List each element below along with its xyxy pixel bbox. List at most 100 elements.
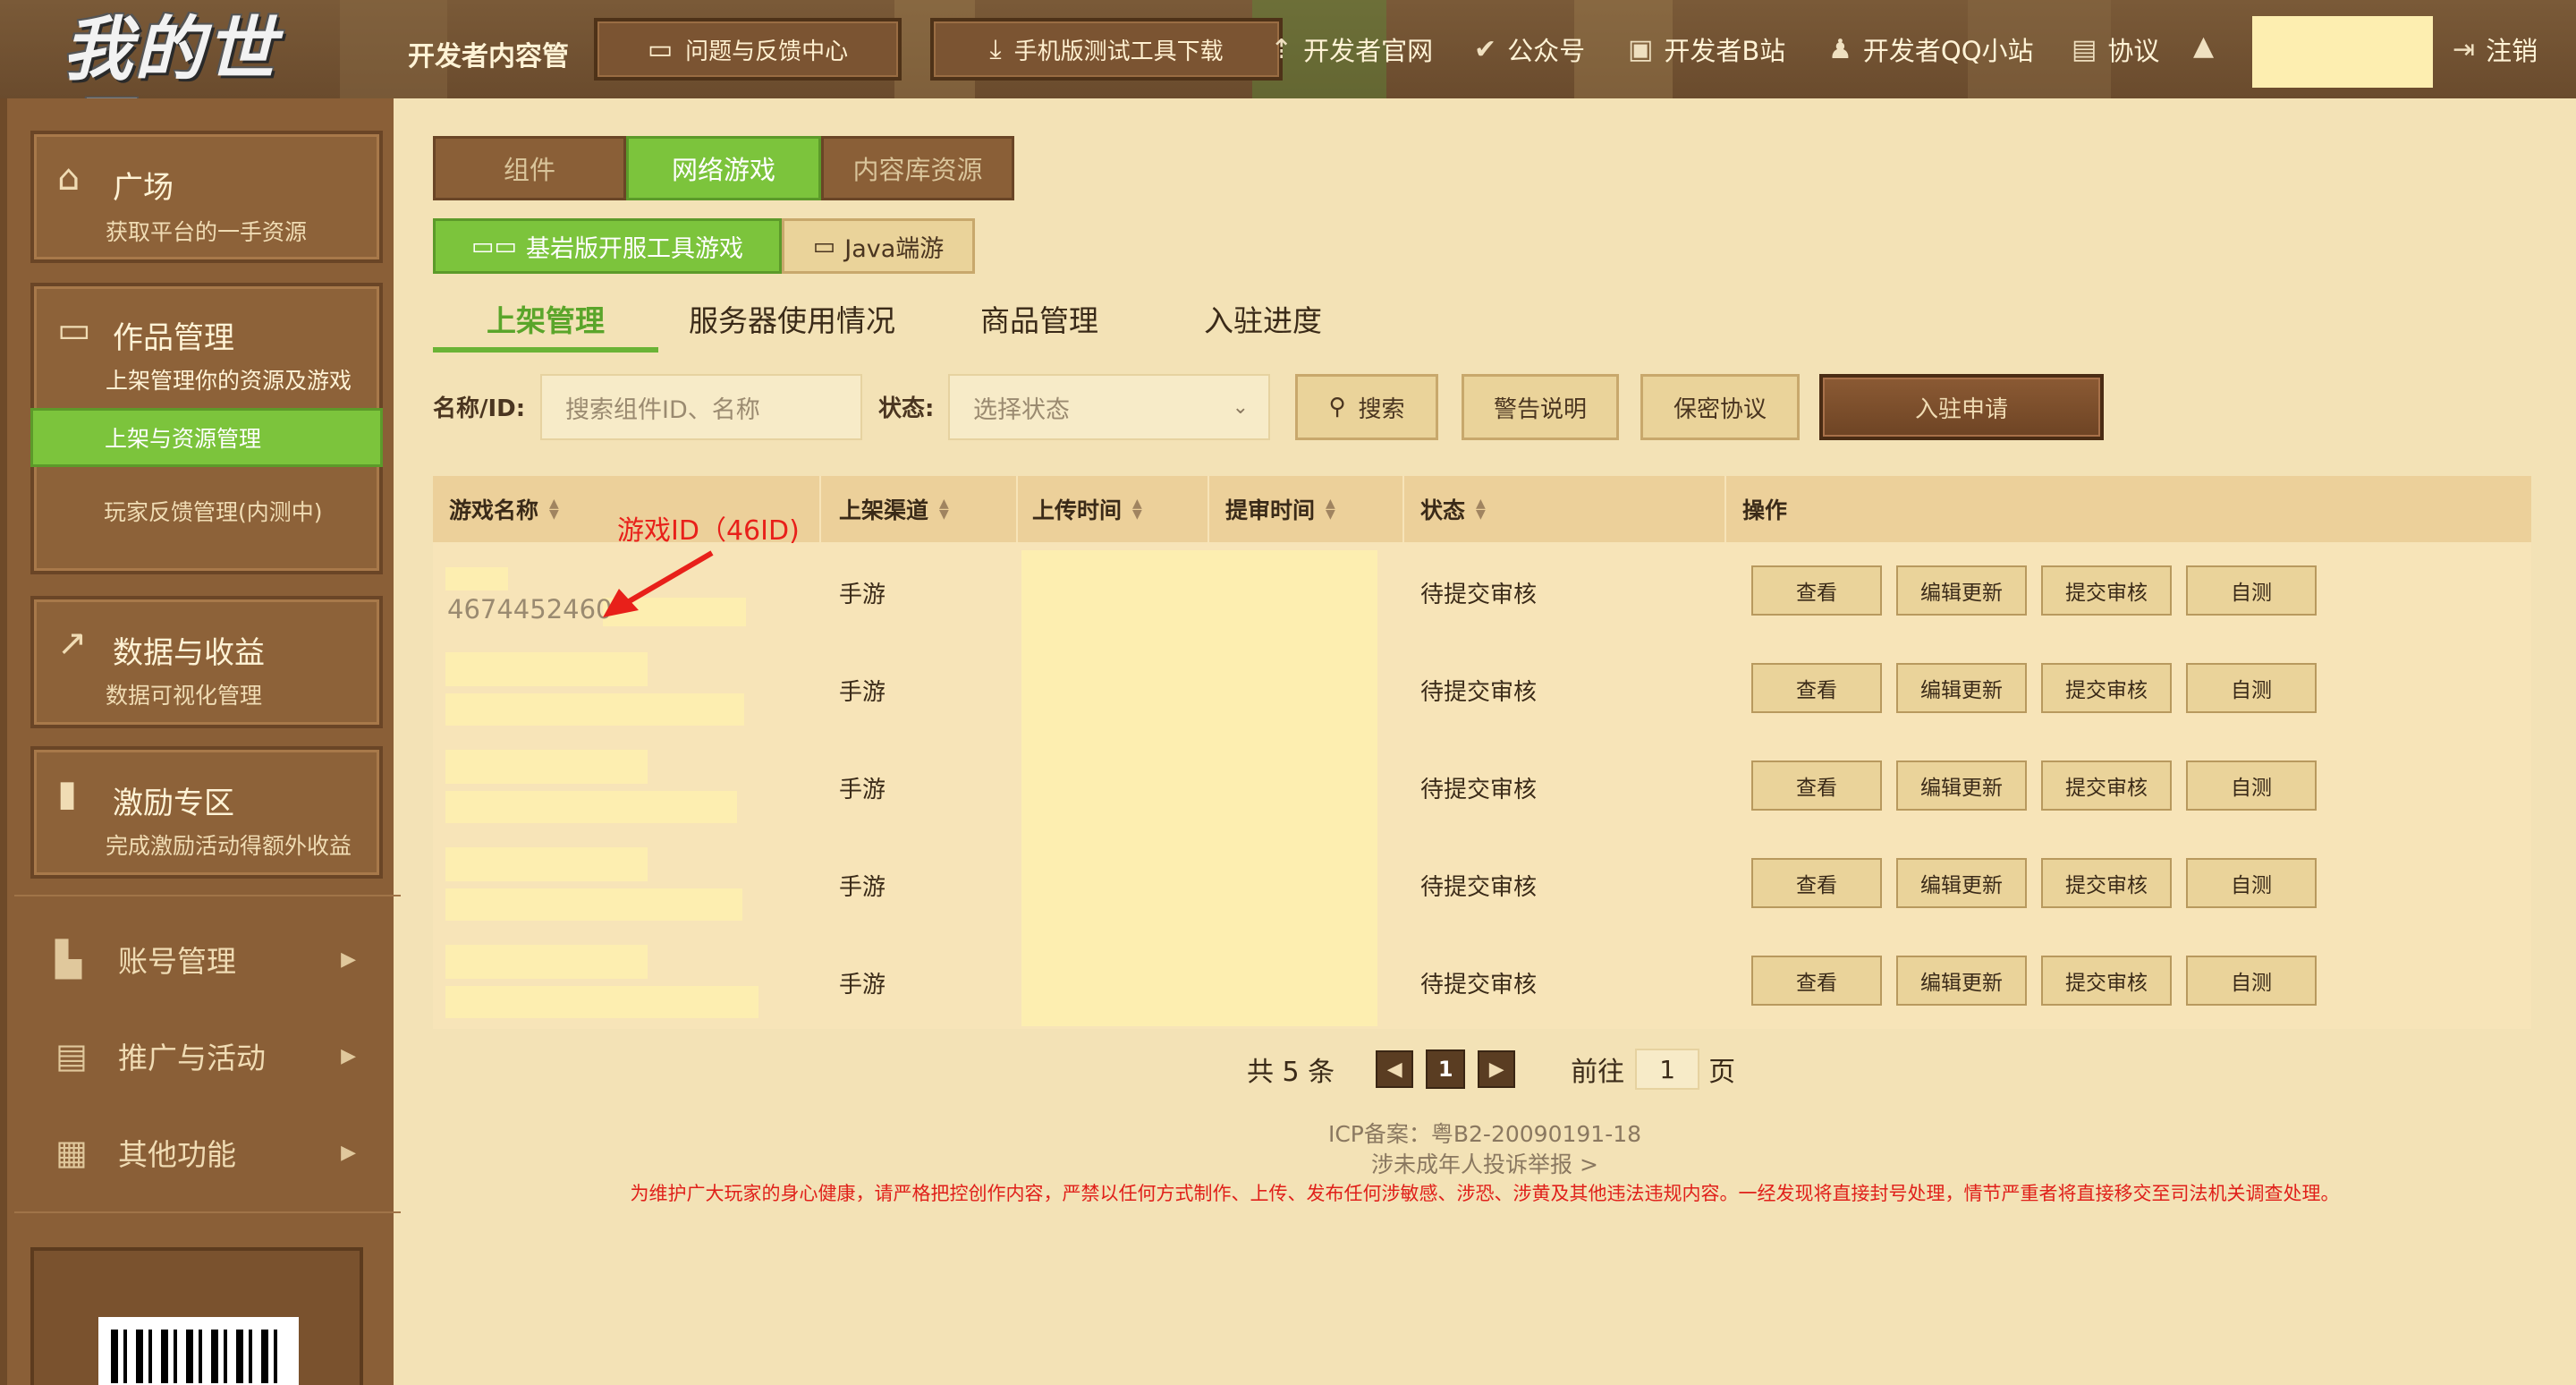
redacted-mask xyxy=(445,791,737,823)
table-row: 手游 待提交审核 查看 编辑更新 提交审核 自测 xyxy=(433,835,2531,932)
column-header-channel[interactable]: 上架渠道 ▲ ▼ xyxy=(823,476,949,542)
redacted-mask xyxy=(445,945,648,979)
developer-site-link[interactable]: ⇡ 开发者官网 xyxy=(1270,30,1433,68)
self-test-button[interactable]: 自测 xyxy=(2186,956,2317,1006)
prev-page-button[interactable]: ◀ xyxy=(1376,1050,1414,1088)
download-icon: ⤓ xyxy=(989,33,1002,65)
submit-review-button[interactable]: 提交审核 xyxy=(2041,760,2172,811)
search-icon: ⚲ xyxy=(1328,394,1346,421)
channel-cell: 手游 xyxy=(839,972,886,998)
chevron-left-icon: ◀ xyxy=(1386,1058,1402,1081)
redacted-mask xyxy=(445,693,744,726)
submit-review-button[interactable]: 提交审核 xyxy=(2041,956,2172,1006)
icp-record[interactable]: ICP备案：粤B2-20090191-18 xyxy=(0,1117,2576,1149)
name-id-label: 名称/ID: xyxy=(433,395,526,422)
wechat-account-link[interactable]: ✔ 公众号 xyxy=(1474,30,1585,68)
sort-icon: ▲ ▼ xyxy=(1476,497,1486,522)
monitor-icon: ▭▭ xyxy=(470,232,518,260)
sidebar-sub-item-player-feedback[interactable]: 玩家反馈管理(内测中) xyxy=(30,481,383,540)
edit-update-button[interactable]: 编辑更新 xyxy=(1896,565,2027,616)
view-button[interactable]: 查看 xyxy=(1751,663,1882,713)
agreement-link[interactable]: ▤ 协议 xyxy=(2072,30,2159,68)
column-header-label: 游戏名称 xyxy=(449,497,539,523)
channel-cell: 手游 xyxy=(839,874,886,901)
plaza-title: 广场 xyxy=(113,170,174,206)
mobile-tool-download-button[interactable]: ⤓ 手机版测试工具下载 xyxy=(930,18,1283,81)
column-header-upload-time[interactable]: 上传时间 ▲ ▼ xyxy=(1016,476,1142,542)
search-button[interactable]: ⚲ 搜索 xyxy=(1295,374,1438,440)
self-test-button[interactable]: 自测 xyxy=(2186,565,2317,616)
edit-update-button[interactable]: 编辑更新 xyxy=(1896,663,2027,713)
bilibili-link[interactable]: ▣ 开发者B站 xyxy=(1628,30,1785,68)
tab-bedrock-label: 基岩版开服工具游戏 xyxy=(526,234,744,263)
privacy-agreement-button[interactable]: 保密协议 xyxy=(1640,374,1800,440)
pin-icon: ⇡ xyxy=(1270,33,1293,65)
tab-bedrock-server-games[interactable]: ▭▭ 基岩版开服工具游戏 xyxy=(433,218,782,274)
column-header-label: 上传时间 xyxy=(1032,497,1123,523)
view-button[interactable]: 查看 xyxy=(1751,760,1882,811)
sidebar-item-incentive[interactable]: ▮ 激励专区 完成激励活动得额外收益 xyxy=(30,746,383,879)
sidebar-divider xyxy=(14,895,401,896)
view-button[interactable]: 查看 xyxy=(1751,858,1882,908)
goto-page-input[interactable]: 1 xyxy=(1635,1049,1700,1090)
column-header-status[interactable]: 状态 ▲ ▼ xyxy=(1404,476,1486,542)
redacted-time-columns xyxy=(1021,550,1377,1026)
warning-description-button[interactable]: 警告说明 xyxy=(1462,374,1619,440)
submit-review-button[interactable]: 提交审核 xyxy=(2041,565,2172,616)
check-badge-icon: ✔ xyxy=(1474,33,1497,65)
tab-components[interactable]: 组件 xyxy=(433,136,626,200)
view-button[interactable]: 查看 xyxy=(1751,565,1882,616)
chevron-right-icon: ▶ xyxy=(341,947,356,971)
edit-update-button[interactable]: 编辑更新 xyxy=(1896,760,2027,811)
edit-update-button[interactable]: 编辑更新 xyxy=(1896,956,2027,1006)
active-tab-underline xyxy=(433,347,658,353)
table-row: 手游 待提交审核 查看 编辑更新 提交审核 自测 xyxy=(433,640,2531,737)
sidebar-menu-promotion[interactable]: ▤ 推广与活动 ▶ xyxy=(30,1018,383,1093)
logout-button[interactable]: ⇥ 注销 xyxy=(2453,30,2538,68)
search-input[interactable]: 搜索组件ID、名称 xyxy=(540,374,862,440)
tab-product-management[interactable]: 商品管理 xyxy=(980,297,1098,340)
self-test-button[interactable]: 自测 xyxy=(2186,663,2317,713)
self-test-button[interactable]: 自测 xyxy=(2186,760,2317,811)
portal-title: 开发者内容管 xyxy=(408,41,569,72)
sidebar-menu-account[interactable]: ▙ 账号管理 ▶ xyxy=(30,922,383,997)
sidebar-sub-item-listing-management[interactable]: 上架与资源管理 xyxy=(30,408,383,467)
view-button[interactable]: 查看 xyxy=(1751,956,1882,1006)
data-title: 数据与收益 xyxy=(113,635,265,671)
status-select[interactable]: 选择状态 ⌄ xyxy=(948,374,1270,440)
redacted-mask xyxy=(445,986,758,1018)
submit-review-button[interactable]: 提交审核 xyxy=(2041,663,2172,713)
qq-site-link[interactable]: ♟ 开发者QQ小站 xyxy=(1828,30,2034,68)
folder-icon: ▭ xyxy=(57,310,91,351)
tab-content-library[interactable]: 内容库资源 xyxy=(821,136,1014,200)
table-row: 手游 待提交审核 查看 编辑更新 提交审核 自测 xyxy=(433,737,2531,835)
redacted-mask xyxy=(445,750,648,784)
column-header-game-name[interactable]: 游戏名称 ▲ ▼ xyxy=(433,476,559,542)
user-avatar-box[interactable] xyxy=(2252,16,2433,88)
tab-listing-management[interactable]: 上架管理 xyxy=(487,297,605,340)
page-number-current[interactable]: 1 xyxy=(1426,1049,1466,1089)
submit-review-button[interactable]: 提交审核 xyxy=(2041,858,2172,908)
tab-java-games[interactable]: ▭ Java端游 xyxy=(782,218,975,274)
sidebar-item-data[interactable]: ↗ 数据与收益 数据可视化管理 xyxy=(30,596,383,728)
column-header-review-time[interactable]: 提审时间 ▲ ▼ xyxy=(1209,476,1335,542)
search-button-label: 搜索 xyxy=(1358,395,1405,423)
edit-update-button[interactable]: 编辑更新 xyxy=(1896,858,2027,908)
apply-onboarding-button[interactable]: 入驻申请 xyxy=(1819,374,2104,440)
tv-icon: ▣ xyxy=(1628,33,1654,65)
tab-online-games[interactable]: 网络游戏 xyxy=(626,136,821,200)
tab-server-usage[interactable]: 服务器使用情况 xyxy=(689,297,895,340)
feedback-center-button[interactable]: ▭ 问题与反馈中心 xyxy=(594,18,902,81)
minor-report-link[interactable]: 涉未成年人投诉举报 > xyxy=(0,1147,2576,1179)
tab-onboarding-progress[interactable]: 入驻进度 xyxy=(1204,297,1322,340)
column-header-label: 提审时间 xyxy=(1225,497,1316,523)
sidebar-item-plaza[interactable]: ⌂ 广场 获取平台的一手资源 xyxy=(30,131,383,263)
sort-icon: ▲ ▼ xyxy=(1132,497,1142,522)
minecraft-logo[interactable]: 我的世界 xyxy=(63,9,340,98)
primary-tabs: 组件 网络游戏 内容库资源 xyxy=(433,136,1014,200)
next-page-button[interactable]: ▶ xyxy=(1478,1050,1516,1088)
redacted-mask xyxy=(445,567,508,591)
self-test-button[interactable]: 自测 xyxy=(2186,858,2317,908)
notification-button[interactable]: ▲ xyxy=(2193,30,2214,62)
pagination: 共 5 条 ◀ 1 ▶ 前往 1 页 xyxy=(1247,1049,1735,1090)
